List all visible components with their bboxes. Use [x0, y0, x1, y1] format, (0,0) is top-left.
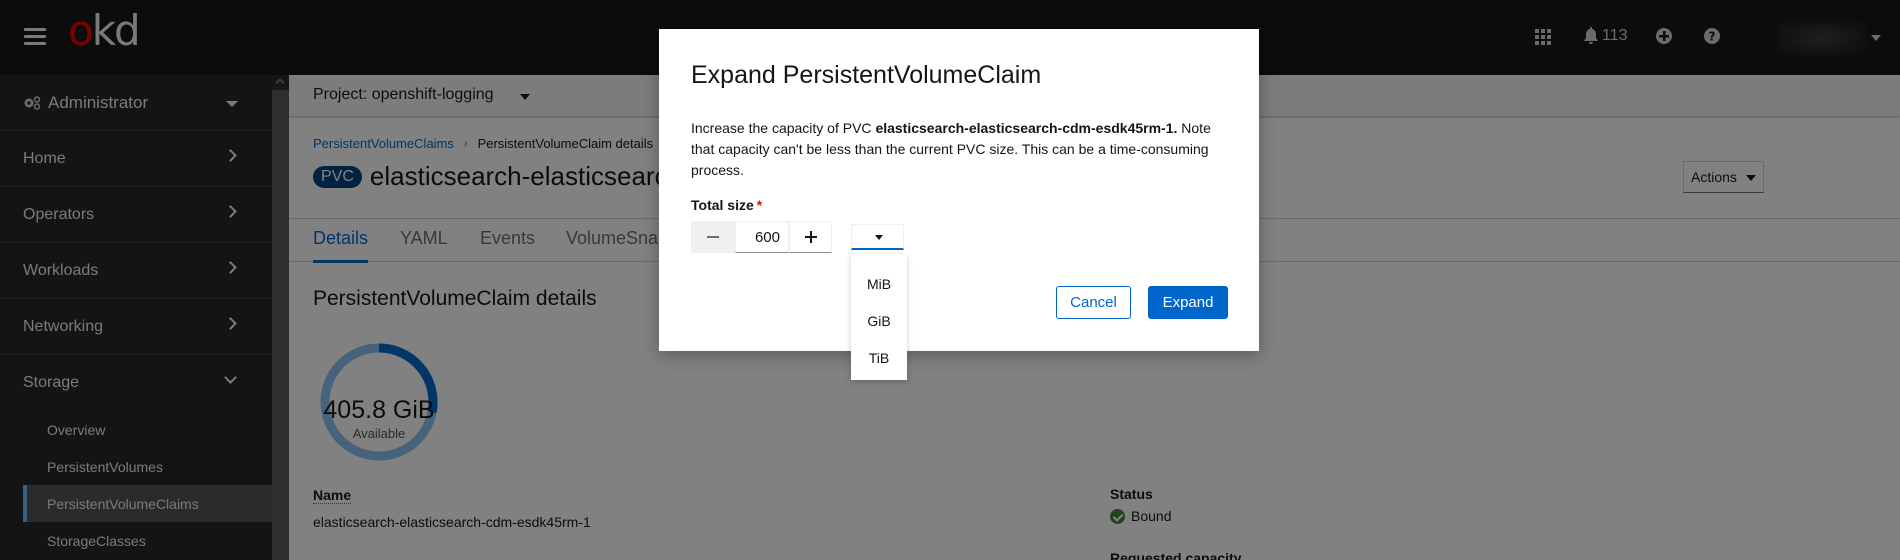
cancel-button[interactable]: Cancel	[1056, 286, 1131, 319]
increment-button[interactable]	[789, 221, 832, 253]
caret-down-icon	[875, 235, 883, 240]
plus-icon	[804, 231, 817, 243]
minus-icon	[707, 236, 719, 238]
unit-option-gib[interactable]: GiB	[851, 302, 907, 339]
unit-option-tib[interactable]: TiB	[851, 339, 907, 376]
expand-pvc-modal: Expand PersistentVolumeClaim Increase th…	[659, 29, 1259, 351]
expand-button[interactable]: Expand	[1148, 286, 1228, 319]
pvc-name: elasticsearch-elasticsearch-cdm-esdk45rm…	[875, 120, 1178, 136]
decrement-button[interactable]	[691, 221, 735, 253]
modal-description: Increase the capacity of PVC elasticsear…	[691, 120, 1211, 178]
total-size-label: Total size *	[691, 197, 763, 213]
app-root: okd 113 ? Administrator Home Operators W…	[0, 0, 1900, 560]
required-indicator: *	[756, 197, 763, 213]
unit-select[interactable]	[851, 224, 904, 250]
unit-option-mib[interactable]: MiB	[851, 265, 907, 302]
size-input[interactable]	[735, 221, 789, 253]
unit-dropdown-menu: MiB GiB TiB	[851, 254, 907, 380]
modal-footer: Cancel Expand	[1056, 286, 1228, 319]
modal-title: Expand PersistentVolumeClaim	[691, 61, 1042, 89]
